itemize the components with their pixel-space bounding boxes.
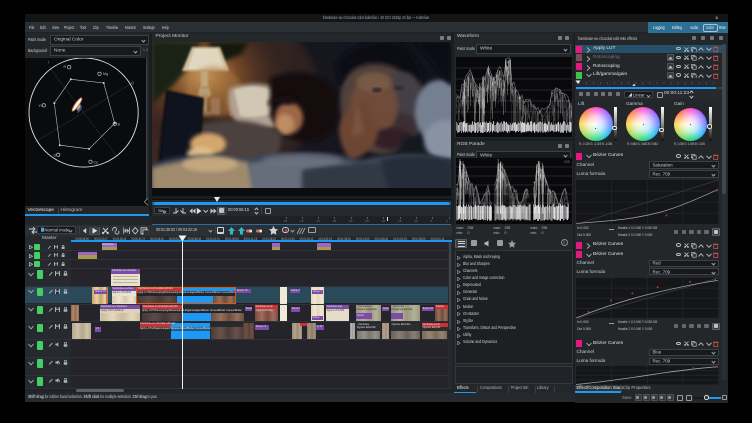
svg-text:Mg: Mg (103, 71, 108, 75)
svg-text:Q: Q (131, 81, 134, 85)
svg-text:Cy: Cy (94, 160, 99, 164)
svg-text:G: G (54, 153, 57, 157)
svg-text:255: 255 (564, 160, 570, 164)
svg-text:I: I (48, 60, 49, 64)
svg-text:R: R (64, 65, 67, 69)
svg-text:Yl: Yl (39, 103, 42, 107)
